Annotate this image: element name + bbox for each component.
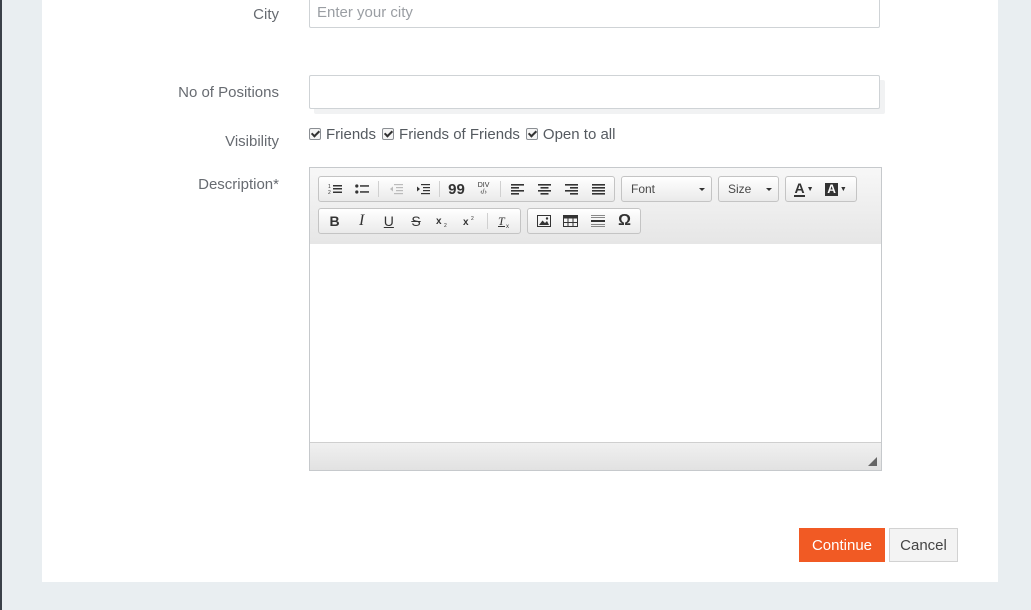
background-color-icon[interactable]: A ▼ <box>820 178 852 200</box>
rich-text-editor: 12 99 DIV ‹/› Font Size A ▼ A ▼ B I U S … <box>309 167 882 471</box>
align-left-icon[interactable] <box>504 178 531 200</box>
strikethrough-icon[interactable]: S <box>402 210 429 232</box>
toolbar-group-insert: Ω <box>527 208 641 234</box>
text-color-icon[interactable]: A ▼ <box>788 178 820 200</box>
image-icon[interactable] <box>530 210 557 232</box>
editor-content-area[interactable] <box>310 244 881 443</box>
checkbox-friends-of-friends[interactable] <box>382 127 395 140</box>
justify-icon[interactable] <box>585 178 612 200</box>
svg-text:x: x <box>436 216 442 227</box>
svg-text:x: x <box>506 224 509 228</box>
blockquote-icon[interactable]: 99 <box>443 178 470 200</box>
visibility-label: Visibility <box>225 133 279 150</box>
increase-indent-icon[interactable] <box>409 178 436 200</box>
visibility-option-open-to-all[interactable]: Open to all <box>525 126 616 143</box>
superscript-icon[interactable]: x2 <box>457 210 484 232</box>
positions-label: No of Positions <box>178 84 279 101</box>
city-label: City <box>253 6 279 23</box>
align-right-icon[interactable] <box>558 178 585 200</box>
table-icon[interactable] <box>557 210 584 232</box>
toolbar-group-paragraph: 12 99 DIV ‹/› <box>318 176 615 202</box>
svg-text:x: x <box>463 217 469 227</box>
font-combo-label: Font <box>631 182 656 196</box>
decrease-indent-icon[interactable] <box>382 178 409 200</box>
bulleted-list-icon[interactable] <box>348 178 375 200</box>
toolbar-group-colors: A ▼ A ▼ <box>785 176 857 202</box>
resize-handle-icon[interactable] <box>868 457 877 466</box>
chevron-down-icon <box>766 188 772 191</box>
div-container-icon[interactable]: DIV ‹/› <box>470 178 497 200</box>
svg-text:2: 2 <box>471 216 474 222</box>
visibility-option-friends-of-friends[interactable]: Friends of Friends <box>382 126 520 143</box>
cancel-button[interactable]: Cancel <box>889 528 958 562</box>
subscript-icon[interactable]: x2 <box>430 210 457 232</box>
svg-text:2: 2 <box>328 190 331 195</box>
remove-format-icon[interactable]: Tx <box>491 210 518 232</box>
visibility-option-friends[interactable]: Friends <box>309 126 376 143</box>
toolbar-separator <box>486 213 488 229</box>
checkbox-open-to-all[interactable] <box>525 127 538 140</box>
visibility-options: Friends Friends of Friends Open to all <box>309 126 621 143</box>
toolbar-separator <box>500 181 501 197</box>
editor-statusbar <box>310 442 881 470</box>
align-center-icon[interactable] <box>531 178 558 200</box>
page-left-border <box>0 0 2 610</box>
chevron-down-icon <box>699 188 705 191</box>
visibility-option-label: Open to all <box>542 126 616 143</box>
continue-button[interactable]: Continue <box>799 528 885 562</box>
toolbar-separator <box>439 181 440 197</box>
italic-icon[interactable]: I <box>348 210 375 232</box>
svg-text:2: 2 <box>444 223 447 227</box>
size-combo-label: Size <box>728 182 752 196</box>
numbered-list-icon[interactable]: 12 <box>321 178 348 200</box>
toolbar-group-basic-styles: B I U S x2 x2 Tx <box>318 208 521 234</box>
editor-toolbar: 12 99 DIV ‹/› Font Size A ▼ A ▼ B I U S … <box>310 168 881 245</box>
underline-icon[interactable]: U <box>375 210 402 232</box>
description-label: Description* <box>198 176 279 193</box>
visibility-option-label: Friends of Friends <box>399 126 520 143</box>
positions-input[interactable] <box>309 75 880 109</box>
special-character-icon[interactable]: Ω <box>611 210 638 232</box>
checkbox-friends[interactable] <box>309 127 321 140</box>
city-input[interactable] <box>309 0 880 28</box>
horizontal-line-icon[interactable] <box>584 210 611 232</box>
bold-icon[interactable]: B <box>321 210 348 232</box>
toolbar-separator <box>378 181 379 197</box>
visibility-option-label: Friends <box>326 126 377 143</box>
font-combo[interactable]: Font <box>621 176 712 202</box>
size-combo[interactable]: Size <box>718 176 779 202</box>
